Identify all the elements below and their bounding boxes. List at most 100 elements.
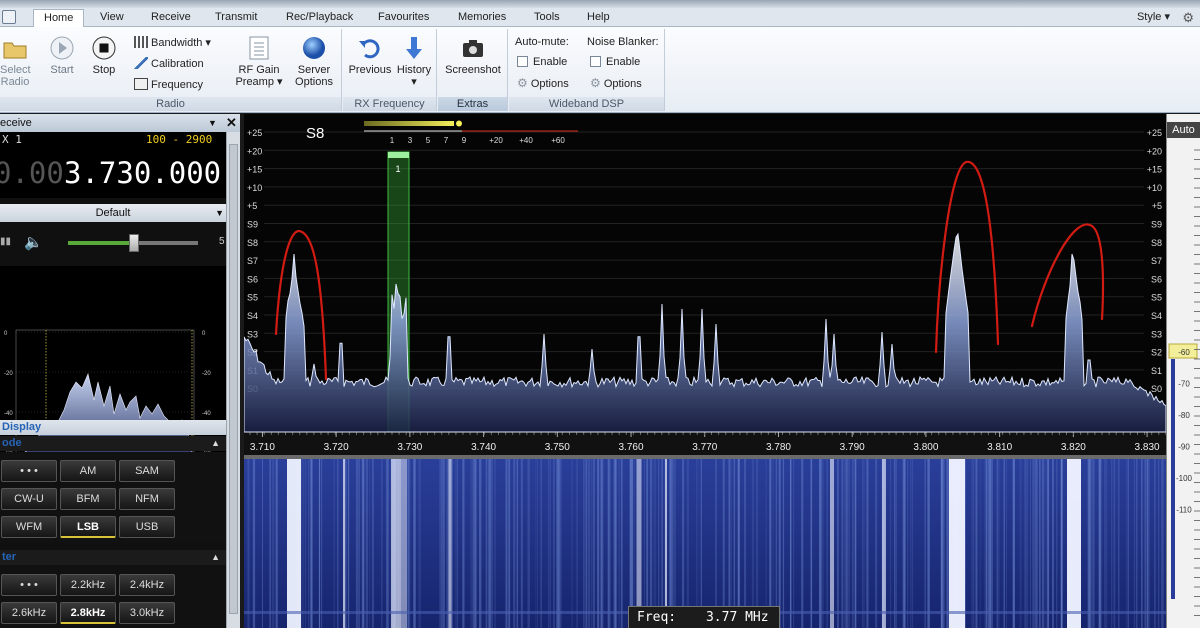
checkbox-box[interactable]	[517, 56, 528, 67]
start-button[interactable]: Start	[46, 35, 78, 76]
frequency-display[interactable]: 0.00 3.730.000	[0, 148, 226, 198]
waterfall-streak	[664, 459, 666, 628]
tab-view[interactable]: View	[100, 9, 124, 27]
mode-button[interactable]: CW-U	[1, 488, 57, 510]
waterfall-streak	[1099, 459, 1102, 628]
waterfall-streak	[553, 459, 555, 628]
waterfall-display[interactable]	[244, 459, 1166, 628]
rf-gain-preamp-button[interactable]: RF Gain Preamp ▾	[230, 35, 288, 88]
waterfall-streak	[1006, 459, 1007, 628]
scale-label: -60	[1178, 348, 1190, 357]
stop-button[interactable]: Stop	[88, 35, 120, 76]
volume-thumb[interactable]	[129, 234, 139, 252]
checkbox-box[interactable]	[590, 56, 601, 67]
waterfall-signal	[448, 459, 452, 628]
waterfall-streak	[618, 459, 620, 628]
waterfall-streak	[1154, 459, 1156, 628]
mode-button[interactable]: LSB	[60, 516, 116, 538]
waterfall-streak	[1003, 459, 1005, 628]
filter-button[interactable]: 2.2kHz	[60, 574, 116, 596]
filter-button[interactable]: 3.0kHz	[119, 602, 175, 624]
tab-rec-playback[interactable]: Rec/Playback	[286, 9, 353, 27]
play-icon	[50, 36, 74, 60]
stop-icon	[92, 36, 116, 60]
mode-button[interactable]: AM	[60, 460, 116, 482]
gear-icon[interactable]: ⚙	[1182, 10, 1194, 26]
panel-menu-icon[interactable]: ▼	[208, 114, 217, 132]
tab-home[interactable]: Home	[33, 9, 85, 27]
auto-mute-title: Auto-mute:	[515, 36, 569, 48]
quick-access-icon[interactable]	[2, 10, 16, 24]
collapse-icon[interactable]: ▲	[211, 436, 220, 451]
history-button[interactable]: History ▾	[393, 35, 435, 88]
auto-mute-options-button[interactable]: ⚙ Options	[517, 76, 569, 91]
waterfall-streak	[943, 459, 945, 628]
waterfall-streak	[269, 459, 271, 628]
tab-receive[interactable]: Receive	[151, 9, 191, 27]
level-label: S7	[1151, 256, 1162, 266]
display-section-header[interactable]: Display	[0, 420, 226, 435]
select-radio-button[interactable]: Select Radio	[0, 35, 31, 88]
filter-button[interactable]: • • •	[1, 574, 57, 596]
server-options-button[interactable]: Server Options	[288, 35, 340, 88]
mode-grid: • • • AM SAM CW-U BFM NFM WFM LSB USB	[0, 452, 226, 542]
speaker-icon[interactable]: 🔈	[24, 233, 43, 251]
spectrum-waterfall-area[interactable]: +25 +20 +15 +10 +5 S9 S8 S7 S6 S5 S4 S3 S2 S1 S0 +25 +20…	[244, 114, 1166, 628]
tab-tools[interactable]: Tools	[534, 9, 560, 27]
previous-button[interactable]: Previous	[347, 35, 393, 76]
waterfall-streak	[463, 459, 465, 628]
waterfall-streak	[845, 459, 848, 628]
mode-section-header[interactable]: ode ▲	[0, 436, 226, 451]
mode-button[interactable]: SAM	[119, 460, 175, 482]
mode-button[interactable]: USB	[119, 516, 175, 538]
mode-button[interactable]: • • •	[1, 460, 57, 482]
volume-max-label: 5	[219, 236, 225, 247]
waterfall-streak	[585, 459, 588, 628]
filter-button[interactable]: 2.6kHz	[1, 602, 57, 624]
collapse-icon[interactable]: ▲	[211, 550, 220, 565]
waterfall-streak	[965, 459, 966, 628]
noise-blanker-enable-checkbox[interactable]: Enable	[590, 55, 640, 69]
mode-button[interactable]: WFM	[1, 516, 57, 538]
spectrum-display[interactable]: +25 +20 +15 +10 +5 S9 S8 S7 S6 S5 S4 S3 S2 S1 S0 +25 +20…	[244, 114, 1166, 455]
close-icon[interactable]: ✕	[226, 114, 237, 132]
style-menu[interactable]: Style ▾	[1137, 9, 1170, 26]
waterfall-streak	[826, 459, 828, 628]
tab-transmit[interactable]: Transmit	[215, 9, 257, 27]
mode-button[interactable]: BFM	[60, 488, 116, 510]
tab-help[interactable]: Help	[587, 9, 610, 27]
filter-section-header[interactable]: ter ▲	[0, 550, 226, 565]
equalizer-icon[interactable]: ▮▮	[0, 236, 11, 247]
sdr-app-window: Home View Receive Transmit Rec/Playback …	[0, 0, 1200, 628]
y-tick-label: -20	[202, 371, 211, 377]
screenshot-button[interactable]: Screenshot	[441, 35, 505, 76]
scrollbar-thumb[interactable]	[229, 144, 238, 614]
noise-blanker-options-button[interactable]: ⚙ Options	[590, 76, 642, 91]
tab-favourites[interactable]: Favourites	[378, 9, 429, 27]
noise-blanker-enable-label: Enable	[606, 56, 641, 68]
tab-memories[interactable]: Memories	[458, 9, 506, 27]
waterfall-streak	[304, 459, 307, 628]
waterfall-streak	[987, 459, 989, 628]
volume-slider[interactable]	[68, 234, 198, 252]
waterfall-streak	[363, 459, 365, 628]
waterfall-streak	[310, 459, 313, 628]
waterfall-streak	[841, 459, 843, 628]
waterfall-signal	[287, 459, 301, 628]
y-tick-label: 0	[202, 331, 206, 337]
panel-scrollbar[interactable]	[226, 132, 240, 628]
filter-button[interactable]: 2.4kHz	[119, 574, 175, 596]
waterfall-streak	[1135, 459, 1138, 628]
auto-mute-enable-checkbox[interactable]: Enable	[517, 55, 567, 69]
s-meter-bar	[364, 121, 454, 126]
bandwidth-button[interactable]: Bandwidth ▾	[134, 36, 211, 50]
filter-button[interactable]: 2.8kHz	[60, 602, 116, 624]
calibration-button[interactable]: Calibration	[134, 57, 204, 71]
mode-button[interactable]: NFM	[119, 488, 175, 510]
preset-dropdown[interactable]: Default ▼	[0, 204, 226, 222]
waterfall-signal	[343, 459, 345, 628]
frequency-button[interactable]: Frequency	[134, 78, 203, 92]
waterfall-streak	[1041, 459, 1045, 628]
waterfall-streak	[355, 459, 359, 628]
waterfall-signal	[830, 459, 834, 628]
